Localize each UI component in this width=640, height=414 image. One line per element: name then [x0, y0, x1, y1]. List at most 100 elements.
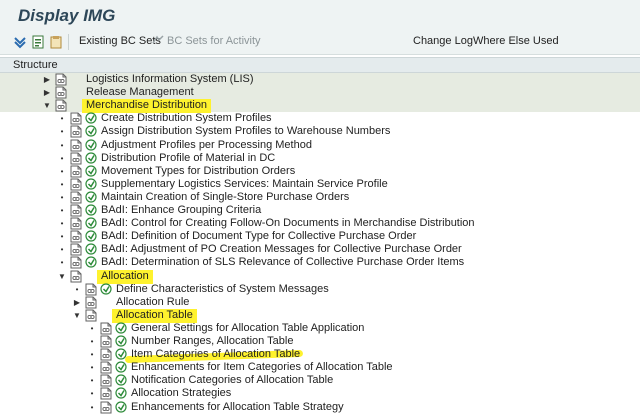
execute-activity-icon[interactable]	[85, 204, 97, 216]
tree-folder-node[interactable]: ▼ Allocation	[0, 269, 640, 284]
documentation-icon[interactable]	[99, 335, 113, 348]
documentation-icon[interactable]	[99, 361, 113, 374]
tree-node-label[interactable]: Adjustment Profiles per Processing Metho…	[101, 139, 312, 152]
tree-node-label[interactable]: Enhancements for Item Categories of Allo…	[131, 361, 393, 374]
tree-node-label[interactable]: Define Characteristics of System Message…	[116, 283, 329, 296]
tree-activity-node[interactable]: • BAdI: Definition of Document Type for C…	[0, 230, 640, 243]
execute-activity-icon[interactable]	[115, 361, 127, 373]
tree-activity-node[interactable]: • Movement Types for Distribution Orders	[0, 165, 640, 178]
tree-node-label[interactable]: Notification Categories of Allocation Ta…	[131, 374, 333, 387]
execute-activity-icon[interactable]	[115, 387, 127, 399]
documentation-icon[interactable]	[99, 348, 113, 361]
execute-activity-icon[interactable]	[85, 217, 97, 229]
execute-activity-icon[interactable]	[115, 374, 127, 386]
documentation-icon[interactable]	[69, 112, 83, 125]
execute-activity-icon[interactable]	[115, 400, 127, 413]
documentation-icon[interactable]	[99, 401, 113, 414]
tree-node-label[interactable]: Logistics Information System (LIS)	[86, 73, 254, 86]
execute-activity-icon[interactable]	[115, 322, 127, 334]
tree-activity-node[interactable]: • Adjustment Profiles per Processing Meth…	[0, 139, 640, 152]
documentation-icon[interactable]	[99, 387, 113, 400]
documentation-icon[interactable]	[84, 283, 98, 296]
tree-activity-node[interactable]: • Assign Distribution System Profiles to …	[0, 125, 640, 138]
tree-folder-node[interactable]: ▼ Merchandise Distribution	[0, 99, 640, 114]
tree-node-label[interactable]: Number Ranges, Allocation Table	[131, 335, 293, 348]
tree-activity-node[interactable]: • BAdI: Determination of SLS Relevance of…	[0, 256, 640, 269]
tree-activity-node[interactable]: • Enhancements for Allocation Table Strat…	[0, 401, 640, 414]
collapse-node-icon[interactable]: ▼	[42, 100, 52, 111]
tree-node-label[interactable]: BAdI: Determination of SLS Relevance of …	[101, 256, 464, 269]
tree-node-label[interactable]: BAdI: Control for Creating Follow-On Doc…	[101, 217, 475, 230]
tree-node-label[interactable]: BAdI: Enhance Grouping Criteria	[101, 204, 261, 217]
tree-activity-node[interactable]: • Number Ranges, Allocation Table	[0, 335, 640, 348]
tree-activity-node[interactable]: • Maintain Creation of Single-Store Purch…	[0, 191, 640, 204]
tree-node-label[interactable]: Supplementary Logistics Services: Mainta…	[101, 178, 388, 191]
documentation-icon[interactable]	[84, 309, 98, 322]
documentation-icon[interactable]	[84, 296, 98, 309]
tree-activity-node[interactable]: • Define Characteristics of System Messag…	[0, 283, 640, 296]
documentation-icon[interactable]	[69, 217, 83, 230]
tree-node-label[interactable]: Allocation Rule	[116, 296, 189, 309]
tree-activity-node[interactable]: • General Settings for Allocation Table A…	[0, 322, 640, 335]
documentation-icon[interactable]	[69, 191, 83, 204]
tree-node-label[interactable]: Assign Distribution System Profiles to W…	[101, 125, 390, 138]
documentation-icon[interactable]	[69, 243, 83, 256]
tree-node-label[interactable]: Allocation Table	[112, 308, 197, 323]
execute-activity-icon[interactable]	[85, 191, 97, 203]
tree-activity-node[interactable]: • Item Categories of Allocation Table	[0, 348, 640, 364]
execute-activity-icon[interactable]	[85, 112, 97, 124]
tree-node-label[interactable]: Allocation Strategies	[131, 387, 231, 400]
tree-node-label[interactable]: Enhancements for Allocation Table Strate…	[131, 401, 344, 414]
tree-node-label[interactable]: Item Categories of Allocation Table	[131, 348, 300, 361]
tree-activity-node[interactable]: • BAdI: Adjustment of PO Creation Message…	[0, 243, 640, 256]
documentation-icon[interactable]	[69, 256, 83, 269]
tree-folder-node[interactable]: ▼ Allocation Table	[0, 308, 640, 323]
documentation-icon[interactable]	[69, 139, 83, 152]
collapse-node-icon[interactable]: ▼	[72, 310, 82, 321]
documentation-icon[interactable]	[69, 125, 83, 138]
tree-activity-node[interactable]: • Allocation Strategies	[0, 387, 640, 400]
execute-activity-icon[interactable]	[85, 230, 97, 242]
change-log-button[interactable]: Change Log	[413, 35, 473, 47]
tree-folder-node[interactable]: ▶ Release Management	[0, 86, 640, 100]
tree-node-label[interactable]: Merchandise Distribution	[82, 99, 212, 114]
execute-activity-icon[interactable]	[100, 282, 112, 295]
tree-node-label[interactable]: BAdI: Adjustment of PO Creation Messages…	[101, 243, 462, 256]
tree-node-label[interactable]: Create Distribution System Profiles	[101, 112, 272, 125]
document-open-icon[interactable]	[31, 35, 45, 49]
documentation-icon[interactable]	[54, 73, 68, 86]
tree-node-label[interactable]: Distribution Profile of Material in DC	[101, 152, 275, 165]
tree-activity-node[interactable]: • Enhancements for Item Categories of All…	[0, 361, 640, 374]
execute-activity-icon[interactable]	[85, 138, 97, 151]
documentation-icon[interactable]	[69, 152, 83, 165]
bc-sets-for-activity-button[interactable]: BC Sets for Activity	[152, 35, 261, 47]
documentation-icon[interactable]	[99, 322, 113, 335]
tree-folder-node[interactable]: ▶ Logistics Information System (LIS)	[0, 73, 640, 86]
collapse-node-icon[interactable]: ▼	[57, 271, 67, 282]
execute-activity-icon[interactable]	[85, 256, 97, 268]
execute-activity-icon[interactable]	[85, 125, 97, 137]
tree-folder-node[interactable]: ▶ Allocation Rule	[0, 296, 640, 309]
expand-node-icon[interactable]: ▶	[72, 297, 82, 308]
expand-node-icon[interactable]: ▶	[42, 74, 52, 85]
tree-activity-node[interactable]: • BAdI: Enhance Grouping Criteria	[0, 204, 640, 217]
tree-node-label[interactable]: Release Management	[86, 86, 194, 99]
tree-node-label[interactable]: BAdI: Definition of Document Type for Co…	[101, 230, 416, 243]
tree-activity-node[interactable]: • Distribution Profile of Material in DC	[0, 152, 640, 165]
tree-node-label[interactable]: Allocation	[97, 269, 153, 284]
tree-node-label[interactable]: Maintain Creation of Single-Store Purcha…	[101, 191, 349, 204]
execute-activity-icon[interactable]	[85, 151, 97, 164]
expand-node-icon[interactable]: ▶	[42, 87, 52, 98]
tree-node-label[interactable]: Movement Types for Distribution Orders	[101, 165, 295, 178]
expand-subtree-icon[interactable]	[13, 35, 27, 49]
execute-activity-icon[interactable]	[115, 335, 127, 347]
tree-activity-node[interactable]: • Supplementary Logistics Services: Maint…	[0, 178, 640, 191]
documentation-icon[interactable]	[69, 178, 83, 191]
documentation-icon[interactable]	[69, 204, 83, 217]
documentation-icon[interactable]	[54, 86, 68, 99]
existing-bc-sets-button[interactable]: Existing BC Sets	[79, 35, 161, 47]
where-else-used-button[interactable]: Where Else Used	[473, 35, 559, 47]
execute-activity-icon[interactable]	[85, 243, 97, 255]
execute-activity-icon[interactable]	[85, 178, 97, 190]
tree-activity-node[interactable]: • Create Distribution System Profiles	[0, 112, 640, 125]
